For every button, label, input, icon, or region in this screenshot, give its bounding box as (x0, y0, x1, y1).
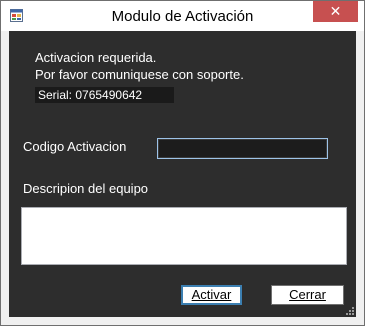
message-line-2: Por favor comuniquese con soporte. (35, 67, 244, 82)
activate-button-label: Activar (191, 287, 232, 302)
cancel-button[interactable]: Cerrar (271, 285, 344, 305)
client-area: Activacion requerida. Por favor comuniqu… (9, 31, 356, 317)
description-textarea[interactable] (21, 207, 347, 265)
close-icon: ✕ (329, 3, 342, 19)
close-window-button[interactable]: ✕ (313, 1, 358, 22)
activation-code-input[interactable] (157, 138, 328, 159)
description-label: Descripion del equipo (23, 181, 149, 196)
cancel-button-label: Cerrar (289, 287, 326, 302)
title-bar[interactable]: Modulo de Activación ✕ (1, 1, 364, 31)
activation-window: Modulo de Activación ✕ Activacion requer… (0, 0, 365, 326)
activate-button[interactable]: Activar (181, 285, 242, 305)
window-title: Modulo de Activación (111, 8, 254, 25)
resize-grip-icon[interactable] (345, 306, 355, 316)
serial-display: Serial: 0765490642 (35, 87, 174, 103)
code-label: Codigo Activacion (23, 139, 127, 154)
message-line-1: Activacion requerida. (35, 50, 157, 65)
